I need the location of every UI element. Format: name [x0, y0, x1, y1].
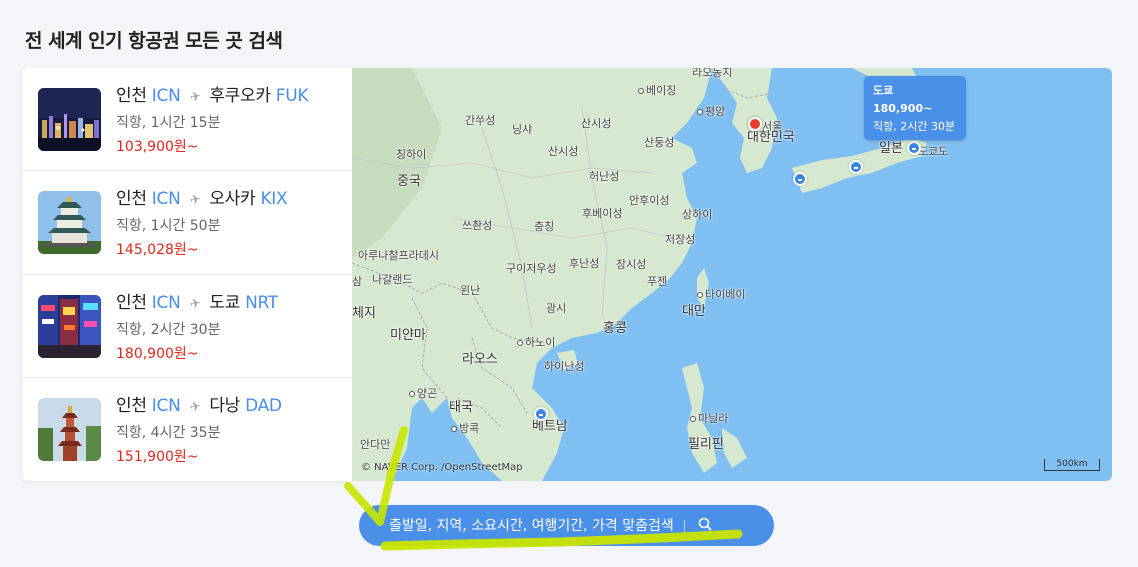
origin-pin-icon[interactable]	[748, 117, 762, 131]
castle-thumbnail	[38, 191, 101, 255]
map-label-taiwan: 대만	[682, 304, 706, 319]
custom-search-button[interactable]: 출발일, 지역, 소요시간, 여행기간, 가격 맞춤검색	[359, 505, 774, 546]
destination-city: 다낭	[209, 395, 240, 416]
search-icon	[698, 517, 712, 535]
origin-code: ICN	[151, 395, 181, 416]
tooltip-price: 180,900~	[873, 102, 933, 115]
map-attribution[interactable]: © NAVER Corp. /OpenStreetMap	[361, 462, 523, 473]
map-label-henan: 허난성	[589, 170, 620, 183]
map-label-fujian: 푸젠	[647, 275, 668, 288]
map-label-guizhou: 구이저우성	[506, 262, 557, 275]
destination-city: 도쿄	[209, 292, 240, 313]
neon-street-thumbnail	[38, 294, 101, 358]
map-label-manipur: 체지	[352, 306, 376, 321]
map-label-hubei: 후베이성	[582, 207, 623, 220]
map-label-bangkok: 방콕	[451, 420, 479, 436]
flight-meta: 직항, 4시간 35분	[116, 424, 221, 441]
route-label: 인천 ICN ✈ 도쿄 NRT	[116, 288, 278, 313]
map-label-anhui: 안후이성	[629, 194, 670, 207]
map-label-gansu: 간쑤성	[465, 114, 496, 127]
flight-meta: 직항, 2시간 30분	[116, 321, 221, 338]
map-label-zhejiang: 저장성	[665, 233, 696, 246]
search-label: 출발일, 지역, 소요시간, 여행기간, 가격 맞춤검색	[389, 518, 674, 534]
origin-city: 인천	[116, 395, 147, 416]
tooltip-meta: 직항, 2시간 30분	[873, 120, 956, 133]
airport-marker-kix[interactable]	[849, 160, 863, 174]
map-label-guangxi: 광시	[546, 302, 567, 315]
flight-price: 145,028원~	[116, 242, 199, 259]
map-label-shanxi: 산시성	[581, 117, 612, 130]
destination-code: DAD	[245, 395, 282, 416]
airplane-icon: ✈	[188, 398, 202, 416]
flight-card-fuk[interactable]: 인천 ICN ✈ 후쿠오카 FUK 직항, 1시간 15분 103,900원~	[22, 68, 352, 172]
map-label-vladivostok: 라오동지	[692, 68, 733, 79]
flight-card-kix[interactable]: 인천 ICN ✈ 오사카 KIX 직항, 1시간 50분 145,028원~	[22, 171, 352, 275]
map-label-shanghai: 상하이	[682, 208, 713, 221]
divider	[684, 520, 686, 532]
map-label-pyongyang: 평양	[697, 103, 725, 119]
flight-price: 151,900원~	[116, 448, 199, 465]
flight-price: 180,900원~	[116, 345, 199, 362]
route-label: 인천 ICN ✈ 후쿠오카 FUK	[116, 81, 309, 106]
origin-code: ICN	[151, 292, 181, 313]
map-label-hainan: 하이난성	[544, 360, 585, 373]
map-label-chongqing: 충칭	[534, 220, 555, 233]
flight-list: 인천 ICN ✈ 후쿠오카 FUK 직항, 1시간 15분 103,900원~ …	[22, 68, 352, 481]
map-label-ningxia: 닝샤	[512, 123, 533, 136]
tooltip-city: 도쿄	[873, 84, 894, 97]
origin-code: ICN	[151, 189, 181, 210]
route-label: 인천 ICN ✈ 다낭 DAD	[116, 391, 282, 416]
night-city-thumbnail	[38, 88, 101, 151]
map-label-qinghai: 칭하이	[396, 148, 427, 161]
map-label-hanoi: 하노이	[517, 334, 555, 350]
map-label-yunnan: 윈난	[460, 284, 481, 297]
map-label-shaanxi: 산시성	[548, 145, 579, 158]
map-label-sichuan: 쓰촨성	[462, 219, 493, 232]
map-label-manila: 마닐라	[690, 410, 728, 426]
map-label-hongkong: 홍콩	[603, 321, 627, 336]
airplane-icon: ✈	[188, 295, 202, 313]
flight-price: 103,900원~	[116, 139, 199, 155]
route-map[interactable]: 라오동지 베이징 평양 서울 대한민국 일본 도쿄도 간쑤성 닝샤 산시성 산둥…	[352, 68, 1112, 481]
airplane-icon: ✈	[188, 89, 202, 106]
map-label-yangon: 양곤	[409, 385, 437, 401]
map-label-sam: 삼	[352, 275, 363, 288]
airport-marker-fuk[interactable]	[793, 172, 807, 186]
flight-meta: 직항, 1시간 50분	[116, 218, 221, 235]
map-label-myanmar: 미얀마	[390, 328, 426, 343]
route-label: 인천 ICN ✈ 오사카 KIX	[116, 184, 288, 210]
flight-card-nrt[interactable]: 인천 ICN ✈ 도쿄 NRT 직항, 2시간 30분 180,900원~	[22, 275, 352, 378]
pagoda-thumbnail	[38, 397, 101, 461]
destination-city: 오사카	[209, 189, 256, 210]
map-label-thailand: 태국	[449, 400, 473, 415]
destination-code: NRT	[245, 292, 278, 313]
map-scale-bar: 500km	[1044, 459, 1100, 471]
origin-city: 인천	[116, 189, 147, 210]
map-label-hunan: 후난성	[569, 257, 600, 270]
map-label-jiangxi: 장시성	[616, 258, 647, 271]
map-label-arunachal: 아루나찰프라데시	[358, 249, 439, 262]
destination-city: 후쿠오카	[209, 86, 271, 106]
map-label-laos: 라오스	[462, 352, 498, 367]
destination-code: KIX	[260, 189, 288, 210]
flight-meta: 직항, 1시간 15분	[116, 115, 221, 131]
airport-marker-dad[interactable]	[534, 407, 548, 421]
airplane-icon: ✈	[188, 192, 202, 210]
destination-code: FUK	[275, 86, 309, 106]
origin-code: ICN	[151, 86, 181, 106]
map-label-shandong: 산둥성	[644, 136, 675, 149]
destination-tooltip[interactable]: 도쿄 180,900~ 직항, 2시간 30분	[864, 76, 966, 140]
map-label-beijing: 베이징	[638, 82, 676, 98]
map-label-tokyo: 도쿄도	[918, 145, 949, 158]
airport-marker-nrt[interactable]	[907, 141, 921, 155]
flight-card-dad[interactable]: 인천 ICN ✈ 다낭 DAD 직항, 4시간 35분 151,900원~	[22, 378, 352, 481]
page-title: 전 세계 인기 항공권 모든 곳 검색	[25, 30, 283, 52]
map-label-andaman: 안다만	[360, 438, 391, 451]
map-label-nagaland: 나갈랜드	[372, 273, 413, 286]
map-label-philippines: 필리핀	[688, 437, 724, 452]
map-label-china: 중국	[397, 174, 421, 189]
origin-city: 인천	[116, 292, 147, 313]
origin-city: 인천	[116, 86, 147, 106]
